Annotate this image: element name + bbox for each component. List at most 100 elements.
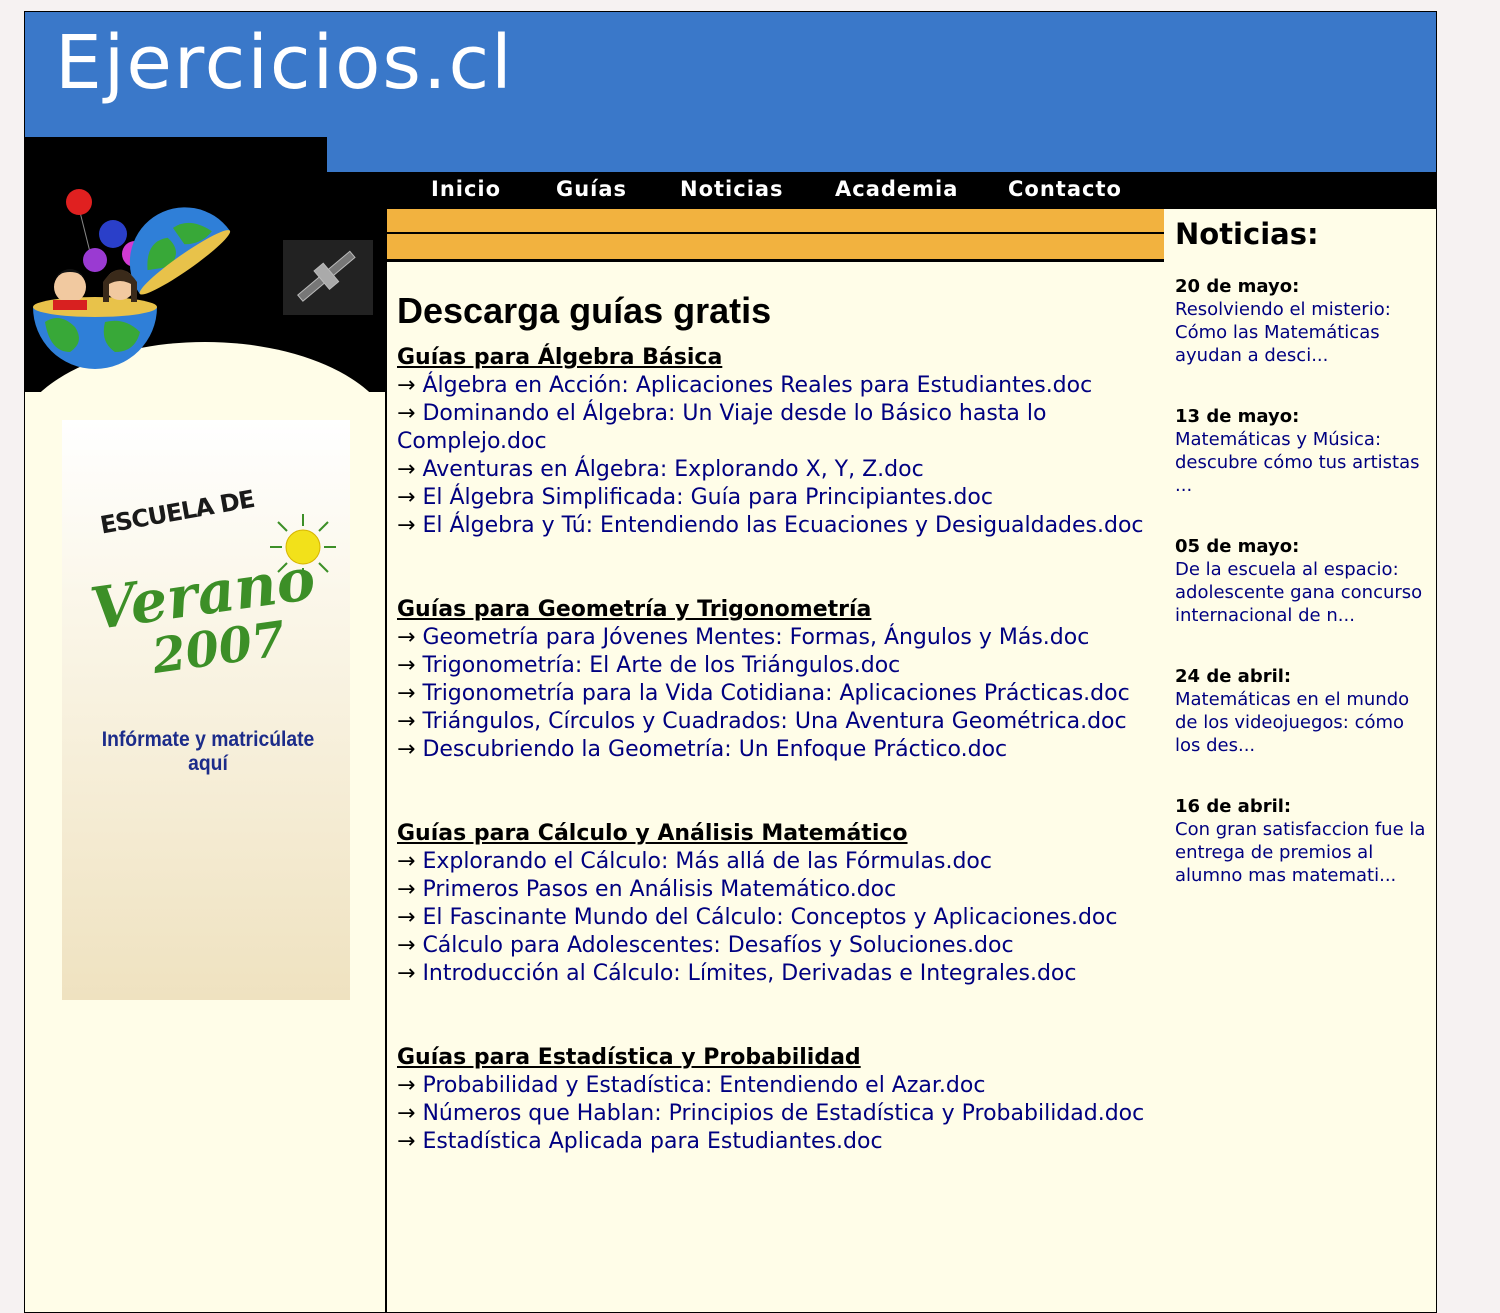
- news-item: 20 de mayo: Resolviendo el misterio: Cóm…: [1175, 275, 1433, 367]
- arrow-icon: →: [397, 401, 416, 427]
- accent-divider: [387, 232, 1164, 234]
- guide-link-label: El Fascinante Mundo del Cálculo: Concept…: [422, 905, 1118, 931]
- news-link[interactable]: Con gran satisfaccion fue la entrega de …: [1175, 818, 1433, 887]
- guide-link[interactable]: → Geometría para Jóvenes Mentes: Formas,…: [397, 624, 1157, 652]
- guide-link[interactable]: → Primeros Pasos en Análisis Matemático.…: [397, 876, 1157, 904]
- arrow-icon: →: [397, 625, 416, 651]
- guide-section-estadistica: Guías para Estadística y Probabilidad → …: [397, 1044, 1157, 1156]
- guide-section-calculo: Guías para Cálculo y Análisis Matemático…: [397, 820, 1157, 988]
- arrow-icon: →: [397, 457, 416, 483]
- news-list: 20 de mayo: Resolviendo el misterio: Cóm…: [1175, 275, 1433, 925]
- news-item: 05 de mayo: De la escuela al espacio: ad…: [1175, 535, 1433, 627]
- guide-link[interactable]: → Aventuras en Álgebra: Explorando X, Y,…: [397, 456, 1157, 484]
- guide-link-label: Trigonometría: El Arte de los Triángulos…: [422, 653, 901, 679]
- guide-link[interactable]: → El Álgebra Simplificada: Guía para Pri…: [397, 484, 1157, 512]
- nav-item-contacto[interactable]: Contacto: [1008, 177, 1122, 201]
- main-content: Descarga guías gratis Guías para Álgebra…: [385, 209, 1166, 1312]
- guide-link-label: Cálculo para Adolescentes: Desafíos y So…: [422, 933, 1014, 959]
- accent-bar: [387, 209, 1164, 259]
- guide-link-label: Probabilidad y Estadística: Entendiendo …: [422, 1073, 986, 1099]
- summer-school-promo[interactable]: ESCUELA DE Verano 2007 Infórmate y matri…: [62, 420, 350, 1000]
- guide-link-label: Dominando el Álgebra: Un Viaje desde lo …: [397, 401, 1047, 455]
- arrow-icon: →: [397, 1129, 416, 1155]
- guide-section-geometria: Guías para Geometría y Trigonometría → G…: [397, 596, 1157, 764]
- globe-kids-illustration: [33, 189, 373, 369]
- news-link[interactable]: Matemáticas en el mundo de los videojueg…: [1175, 688, 1433, 757]
- arrow-icon: →: [397, 373, 416, 399]
- section-title[interactable]: Guías para Geometría y Trigonometría: [397, 596, 1157, 624]
- guide-section-algebra: Guías para Álgebra Básica → Álgebra en A…: [397, 344, 1157, 540]
- guide-link-label: Triángulos, Círculos y Cuadrados: Una Av…: [422, 709, 1127, 735]
- arrow-icon: →: [397, 513, 416, 539]
- guide-link[interactable]: → Álgebra en Acción: Aplicaciones Reales…: [397, 372, 1157, 400]
- news-date: 16 de abril:: [1175, 796, 1292, 817]
- arrow-icon: →: [397, 1073, 416, 1099]
- guide-link-label: Introducción al Cálculo: Límites, Deriva…: [422, 961, 1077, 987]
- guide-link-label: Álgebra en Acción: Aplicaciones Reales p…: [422, 373, 1093, 399]
- section-title[interactable]: Guías para Estadística y Probabilidad: [397, 1044, 1157, 1072]
- nav-item-academia[interactable]: Academia: [835, 177, 958, 201]
- balloon-icon: [66, 189, 92, 215]
- news-date: 05 de mayo:: [1175, 536, 1300, 557]
- balloon-icon: [99, 220, 127, 248]
- news-date: 24 de abril:: [1175, 666, 1292, 687]
- arrow-icon: →: [397, 737, 416, 763]
- news-date: 13 de mayo:: [1175, 406, 1300, 427]
- promo-cta-link[interactable]: Infórmate y matricúlate aquí: [79, 728, 337, 776]
- guide-link[interactable]: → Trigonometría: El Arte de los Triángul…: [397, 652, 1157, 680]
- nav-item-noticias[interactable]: Noticias: [680, 177, 784, 201]
- guide-link[interactable]: → Introducción al Cálculo: Límites, Deri…: [397, 960, 1157, 988]
- guides-content: Descarga guías gratis Guías para Álgebra…: [397, 289, 1157, 1212]
- arrow-icon: →: [397, 709, 416, 735]
- guide-link-label: El Álgebra Simplificada: Guía para Princ…: [422, 485, 993, 511]
- guide-link[interactable]: → Descubriendo la Geometría: Un Enfoque …: [397, 736, 1157, 764]
- news-item: 16 de abril: Con gran satisfaccion fue l…: [1175, 795, 1433, 887]
- arrow-icon: →: [397, 877, 416, 903]
- arrow-icon: →: [397, 1101, 416, 1127]
- guide-link-label: Estadística Aplicada para Estudiantes.do…: [422, 1129, 883, 1155]
- section-title[interactable]: Guías para Cálculo y Análisis Matemático: [397, 820, 1157, 848]
- guide-link-label: Geometría para Jóvenes Mentes: Formas, Á…: [422, 625, 1090, 651]
- guide-link[interactable]: → Dominando el Álgebra: Un Viaje desde l…: [397, 400, 1157, 456]
- guide-link[interactable]: → Números que Hablan: Principios de Esta…: [397, 1100, 1157, 1128]
- guide-link-label: Primeros Pasos en Análisis Matemático.do…: [422, 877, 897, 903]
- guide-link-label: Aventuras en Álgebra: Explorando X, Y, Z…: [422, 457, 924, 483]
- nav-item-guias[interactable]: Guías: [556, 177, 627, 201]
- guide-link[interactable]: → Probabilidad y Estadística: Entendiend…: [397, 1072, 1157, 1100]
- arrow-icon: →: [397, 681, 416, 707]
- site-logo[interactable]: Ejercicios.cl: [55, 26, 514, 100]
- news-sidebar: Noticias: 20 de mayo: Resolviendo el mis…: [1164, 209, 1436, 1312]
- guide-link-label: El Álgebra y Tú: Entendiendo las Ecuacio…: [422, 513, 1144, 539]
- arrow-icon: →: [397, 653, 416, 679]
- guide-link-label: Trigonometría para la Vida Cotidiana: Ap…: [422, 681, 1130, 707]
- news-item: 24 de abril: Matemáticas en el mundo de …: [1175, 665, 1433, 757]
- promo-escuela-label: ESCUELA DE: [98, 484, 257, 540]
- guide-link-label: Explorando el Cálculo: Más allá de las F…: [422, 849, 992, 875]
- arrow-icon: →: [397, 933, 416, 959]
- accent-bottom-border: [387, 259, 1164, 262]
- guide-link-label: Descubriendo la Geometría: Un Enfoque Pr…: [422, 737, 1008, 763]
- nav-item-inicio[interactable]: Inicio: [431, 177, 501, 201]
- guide-link[interactable]: → Trigonometría para la Vida Cotidiana: …: [397, 680, 1157, 708]
- news-item: 13 de mayo: Matemáticas y Música: descub…: [1175, 405, 1433, 497]
- news-date: 20 de mayo:: [1175, 276, 1300, 297]
- arrow-icon: →: [397, 961, 416, 987]
- main-navigation: Inicio Guías Noticias Academia Contacto: [387, 172, 1436, 209]
- guide-link-label: Números que Hablan: Principios de Estadí…: [422, 1101, 1145, 1127]
- news-link[interactable]: De la escuela al espacio: adolescente ga…: [1175, 558, 1433, 627]
- guide-link[interactable]: → El Álgebra y Tú: Entendiendo las Ecuac…: [397, 512, 1157, 540]
- guide-link[interactable]: → Cálculo para Adolescentes: Desafíos y …: [397, 932, 1157, 960]
- news-title: Noticias:: [1175, 217, 1319, 251]
- guide-link[interactable]: → Estadística Aplicada para Estudiantes.…: [397, 1128, 1157, 1156]
- guide-link[interactable]: → El Fascinante Mundo del Cálculo: Conce…: [397, 904, 1157, 932]
- arrow-icon: →: [397, 905, 416, 931]
- news-link[interactable]: Resolviendo el misterio: Cómo las Matemá…: [1175, 298, 1433, 367]
- arrow-icon: →: [397, 485, 416, 511]
- news-link[interactable]: Matemáticas y Música: descubre cómo tus …: [1175, 428, 1433, 497]
- guide-link[interactable]: → Explorando el Cálculo: Más allá de las…: [397, 848, 1157, 876]
- page-title: Descarga guías gratis: [397, 290, 772, 331]
- page-frame: Ejercicios.cl ESCUELA DE Verano 2007 Inf…: [24, 11, 1437, 1313]
- guide-link[interactable]: → Triángulos, Círculos y Cuadrados: Una …: [397, 708, 1157, 736]
- arrow-icon: →: [397, 849, 416, 875]
- section-title[interactable]: Guías para Álgebra Básica: [397, 344, 1157, 372]
